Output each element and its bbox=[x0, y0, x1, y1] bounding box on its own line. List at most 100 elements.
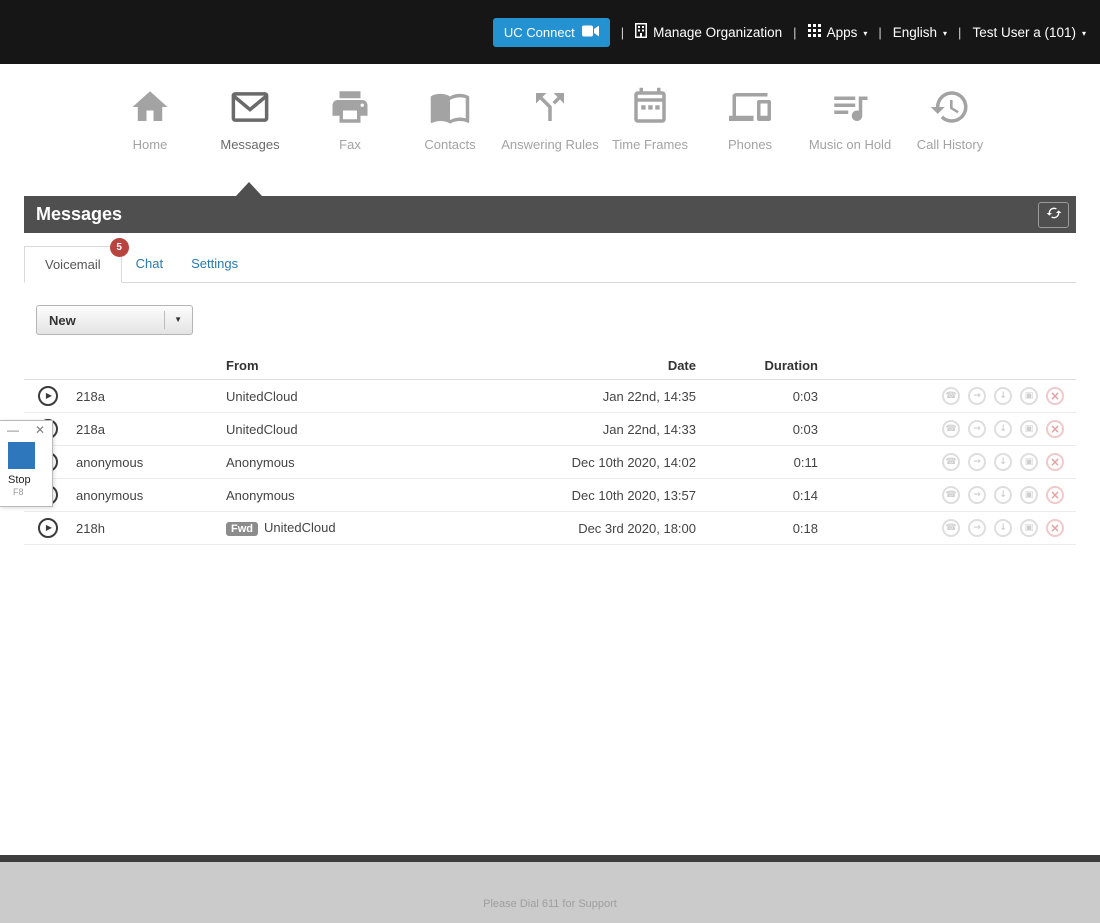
call-to-play-icon[interactable]: ☎ bbox=[942, 387, 960, 405]
tab-settings[interactable]: Settings bbox=[177, 246, 252, 282]
from-text: Anonymous bbox=[226, 454, 295, 470]
actions-cell: ☎ → ↓ ▣ × bbox=[826, 379, 1076, 413]
nav-item-contacts[interactable]: Contacts bbox=[400, 84, 500, 153]
forward-icon[interactable]: → bbox=[968, 519, 986, 537]
user-menu[interactable]: Test User a (101) ▾ bbox=[972, 25, 1086, 40]
from-cell: UnitedCloud bbox=[218, 379, 536, 413]
delete-icon[interactable]: × bbox=[1046, 519, 1064, 537]
stop-recording-button[interactable] bbox=[8, 442, 35, 469]
support-text: Please Dial 611 for Support bbox=[483, 898, 617, 910]
refresh-icon bbox=[1046, 205, 1062, 224]
from-cell: Anonymous bbox=[218, 478, 536, 512]
voicemail-row: ▶ 218a UnitedCloud Jan 22nd, 14:33 0:03 … bbox=[24, 412, 1076, 446]
save-icon[interactable]: ▣ bbox=[1020, 519, 1038, 537]
delete-icon[interactable]: × bbox=[1046, 420, 1064, 438]
header-actions bbox=[826, 352, 1076, 380]
nav-item-answering-rules[interactable]: Answering Rules bbox=[500, 84, 600, 153]
duration-cell: 0:11 bbox=[706, 445, 826, 479]
download-icon[interactable]: ↓ bbox=[994, 387, 1012, 405]
call-to-play-icon[interactable]: ☎ bbox=[942, 453, 960, 471]
messages-icon bbox=[200, 84, 300, 130]
nav-item-phones[interactable]: Phones bbox=[700, 84, 800, 153]
home-icon bbox=[100, 84, 200, 130]
nav-item-music-on-hold[interactable]: Music on Hold bbox=[800, 84, 900, 153]
save-icon[interactable]: ▣ bbox=[1020, 387, 1038, 405]
date-cell: Jan 22nd, 14:35 bbox=[536, 379, 706, 413]
forward-icon[interactable]: → bbox=[968, 486, 986, 504]
from-cell: Fwd UnitedCloud bbox=[218, 511, 536, 545]
apps-label: Apps bbox=[826, 24, 858, 40]
stop-label: Stop bbox=[8, 474, 31, 486]
phones-icon bbox=[700, 84, 800, 130]
call-to-play-icon[interactable]: ☎ bbox=[942, 420, 960, 438]
user-label: Test User a (101) bbox=[972, 24, 1076, 40]
nav-item-home[interactable]: Home bbox=[100, 84, 200, 153]
manage-organization-link[interactable]: Manage Organization bbox=[635, 23, 782, 41]
messages-panel: Messages Voicemail 5 Chat Settings New ▼ bbox=[24, 196, 1076, 545]
close-icon[interactable]: ✕ bbox=[35, 423, 45, 437]
nav-label: Home bbox=[132, 137, 168, 152]
nav-item-messages[interactable]: Messages bbox=[200, 84, 300, 153]
apps-menu[interactable]: Apps ▾ bbox=[807, 24, 868, 40]
header-play bbox=[24, 352, 68, 380]
nav-label: Fax bbox=[339, 137, 361, 152]
forward-icon[interactable]: → bbox=[968, 387, 986, 405]
date-cell: Dec 10th 2020, 14:02 bbox=[536, 445, 706, 479]
refresh-button[interactable] bbox=[1038, 201, 1069, 228]
apps-grid-icon bbox=[807, 24, 821, 40]
date-cell: Dec 3rd 2020, 18:00 bbox=[536, 511, 706, 545]
delete-icon[interactable]: × bbox=[1046, 453, 1064, 471]
forward-icon[interactable]: → bbox=[968, 420, 986, 438]
actions-cell: ☎ → ↓ ▣ × bbox=[826, 478, 1076, 512]
caller-cell: anonymous bbox=[68, 478, 218, 512]
nav-item-time-frames[interactable]: Time Frames bbox=[600, 84, 700, 153]
building-icon bbox=[635, 23, 648, 41]
delete-icon[interactable]: × bbox=[1046, 387, 1064, 405]
panel-header: Messages bbox=[24, 196, 1076, 233]
tab-bar: Voicemail 5 Chat Settings bbox=[24, 238, 1076, 283]
play-button[interactable]: ▶ bbox=[38, 386, 58, 406]
call-to-play-icon[interactable]: ☎ bbox=[942, 519, 960, 537]
contacts-icon bbox=[400, 84, 500, 130]
tab-label: Settings bbox=[191, 256, 239, 271]
from-cell: UnitedCloud bbox=[218, 412, 536, 446]
download-icon[interactable]: ↓ bbox=[994, 486, 1012, 504]
duration-cell: 0:03 bbox=[706, 412, 826, 446]
separator: | bbox=[878, 24, 882, 40]
caller-cell: 218a bbox=[68, 379, 218, 413]
chevron-down-icon: ▾ bbox=[943, 28, 948, 38]
language-menu[interactable]: English ▾ bbox=[893, 25, 947, 40]
nav-label: Answering Rules bbox=[501, 137, 599, 152]
voicemail-row: ▶ anonymous Anonymous Dec 10th 2020, 14:… bbox=[24, 445, 1076, 479]
nav-label: Phones bbox=[727, 137, 773, 152]
forward-icon[interactable]: → bbox=[968, 453, 986, 471]
from-cell: Anonymous bbox=[218, 445, 536, 479]
header-duration: Duration bbox=[706, 352, 826, 380]
save-icon[interactable]: ▣ bbox=[1020, 420, 1038, 438]
nav-label: Contacts bbox=[424, 137, 476, 152]
separator: | bbox=[793, 24, 797, 40]
main-nav: Home Messages Fax Contacts Answering Rul… bbox=[0, 64, 1100, 182]
nav-item-fax[interactable]: Fax bbox=[300, 84, 400, 153]
download-icon[interactable]: ↓ bbox=[994, 453, 1012, 471]
download-icon[interactable]: ↓ bbox=[994, 420, 1012, 438]
download-icon[interactable]: ↓ bbox=[994, 519, 1012, 537]
voicemail-filter-dropdown[interactable]: New ▼ bbox=[36, 305, 193, 335]
chevron-down-icon: ▾ bbox=[863, 28, 868, 38]
table-header-row: From Date Duration bbox=[24, 352, 1076, 380]
call-to-play-icon[interactable]: ☎ bbox=[942, 486, 960, 504]
minimize-icon[interactable]: — bbox=[7, 423, 19, 437]
nav-label: Messages bbox=[220, 137, 280, 152]
uc-connect-button[interactable]: UC Connect bbox=[492, 17, 610, 47]
delete-icon[interactable]: × bbox=[1046, 486, 1064, 504]
save-icon[interactable]: ▣ bbox=[1020, 486, 1038, 504]
tab-voicemail[interactable]: Voicemail 5 bbox=[24, 238, 129, 283]
nav-item-call-history[interactable]: Call History bbox=[900, 84, 1000, 153]
play-button[interactable]: ▶ bbox=[38, 518, 58, 538]
from-text: UnitedCloud bbox=[226, 388, 298, 404]
nav-label: Music on Hold bbox=[808, 137, 892, 152]
save-icon[interactable]: ▣ bbox=[1020, 453, 1038, 471]
tab-chat[interactable]: Chat bbox=[122, 246, 177, 282]
date-cell: Jan 22nd, 14:33 bbox=[536, 412, 706, 446]
chevron-down-icon: ▾ bbox=[1081, 28, 1086, 38]
